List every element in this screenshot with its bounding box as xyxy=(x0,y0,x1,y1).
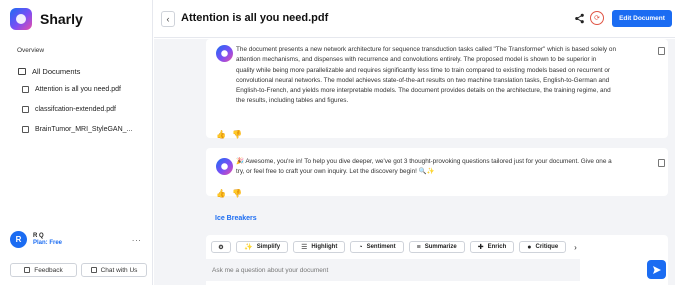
user-profile[interactable]: R R Q Plan: Free xyxy=(10,231,62,248)
sidebar-item-label: Attention is all you need.pdf xyxy=(35,86,122,93)
brand-name: Sharly xyxy=(40,11,83,27)
question-input[interactable] xyxy=(206,259,580,281)
copy-icon[interactable] xyxy=(658,159,665,167)
sidebar-item-document[interactable]: classifcation-extended.pdf xyxy=(22,106,116,113)
sidebar-item-label: All Documents xyxy=(32,67,81,76)
action-label: Simplify xyxy=(256,244,281,250)
plus-sparkle-icon: ✚ xyxy=(477,244,484,251)
action-sentiment[interactable]: ◔ Sentiment xyxy=(350,241,404,253)
document-icon xyxy=(22,86,29,93)
message-text: The document presents a new network arch… xyxy=(236,46,616,105)
sidebar-item-document[interactable]: BrainTumor_MRI_StyleGAN_... xyxy=(22,126,132,133)
action-highlight[interactable]: ☰ Highlight xyxy=(293,241,346,253)
send-icon xyxy=(652,265,661,274)
chat-with-us-label: Chat with Us xyxy=(100,266,138,274)
thumbs-down-icon[interactable]: 👎 xyxy=(232,130,242,139)
user-menu-button[interactable]: ... xyxy=(132,234,142,243)
page-title: Attention is all you need.pdf xyxy=(181,12,329,24)
share-icon[interactable] xyxy=(572,11,586,25)
chat-with-us-button[interactable]: Chat with Us xyxy=(81,263,147,277)
action-simplify[interactable]: ✨ Simplify xyxy=(236,241,289,253)
alert-icon: ● xyxy=(527,243,532,251)
action-label: Critique xyxy=(535,244,559,250)
action-enrich[interactable]: ✚ Enrich xyxy=(469,241,515,253)
assistant-message: 🎉 Awesome, you're in! To help you dive d… xyxy=(206,148,668,196)
feedback-button[interactable]: Feedback xyxy=(10,263,77,277)
brand[interactable]: Sharly xyxy=(10,8,83,30)
assistant-avatar-icon xyxy=(216,45,233,62)
pie-icon: ◔ xyxy=(358,243,363,251)
sidebar-overview[interactable]: Overview xyxy=(17,47,44,54)
action-label: Summarize xyxy=(424,244,457,250)
copy-icon[interactable] xyxy=(658,47,665,55)
thumbs-down-icon[interactable]: 👎 xyxy=(232,189,242,198)
message-text: 🎉 Awesome, you're in! To help you dive d… xyxy=(236,158,612,176)
lines-icon: ≡ xyxy=(416,243,421,251)
list-icon: ☰ xyxy=(301,244,308,251)
composer: ⚙ ✨ Simplify ☰ Highlight ◔ Sentiment ≡ S… xyxy=(206,235,668,285)
user-plan: Plan: Free xyxy=(33,240,63,246)
thumbs-up-icon[interactable]: 👍 xyxy=(216,189,226,198)
action-critique[interactable]: ● Critique xyxy=(519,241,567,253)
sharly-logo-icon xyxy=(10,8,32,30)
sync-icon[interactable]: ⟳ xyxy=(590,11,604,25)
message-feedback: 👍 👎 xyxy=(216,130,242,139)
action-label: Enrich xyxy=(487,244,507,250)
sidebar-item-all-documents[interactable]: All Documents xyxy=(18,67,80,76)
sidebar-item-label: BrainTumor_MRI_StyleGAN_... xyxy=(35,126,133,133)
sliders-icon: ⚙ xyxy=(218,244,224,251)
document-icon xyxy=(22,106,29,113)
sidebar: Sharly Overview All Documents Attention … xyxy=(0,0,153,285)
avatar: R xyxy=(10,231,27,248)
thumbs-up-icon[interactable]: 👍 xyxy=(216,130,226,139)
document-header: ‹ Attention is all you need.pdf ⟳ Edit D… xyxy=(154,0,675,38)
back-button[interactable]: ‹ xyxy=(161,11,175,27)
send-button[interactable] xyxy=(647,260,666,279)
action-label: Sentiment xyxy=(366,244,396,250)
action-label: Highlight xyxy=(311,244,338,250)
chevron-right-icon[interactable]: › xyxy=(574,243,577,252)
user-name: R Q xyxy=(33,233,44,239)
assistant-avatar-icon xyxy=(216,158,233,175)
feedback-icon xyxy=(24,267,31,273)
chat-icon xyxy=(90,267,97,273)
chat-panel: The document presents a new network arch… xyxy=(154,39,675,285)
assistant-message: The document presents a new network arch… xyxy=(206,39,668,138)
feedback-label: Feedback xyxy=(34,266,63,274)
document-icon xyxy=(22,126,29,133)
ice-breakers-heading: Ice Breakers xyxy=(215,215,257,222)
sidebar-item-document[interactable]: Attention is all you need.pdf xyxy=(22,86,121,93)
action-chips: ⚙ ✨ Simplify ☰ Highlight ◔ Sentiment ≡ S… xyxy=(211,241,577,253)
folder-icon xyxy=(18,68,26,75)
action-summarize[interactable]: ≡ Summarize xyxy=(408,241,465,253)
filter-button[interactable]: ⚙ xyxy=(211,241,231,253)
sparkle-icon: ✨ xyxy=(244,244,253,251)
message-feedback: 👍 👎 xyxy=(216,189,242,198)
sidebar-item-label: classifcation-extended.pdf xyxy=(35,106,116,113)
edit-document-button[interactable]: Edit Document xyxy=(612,10,672,27)
